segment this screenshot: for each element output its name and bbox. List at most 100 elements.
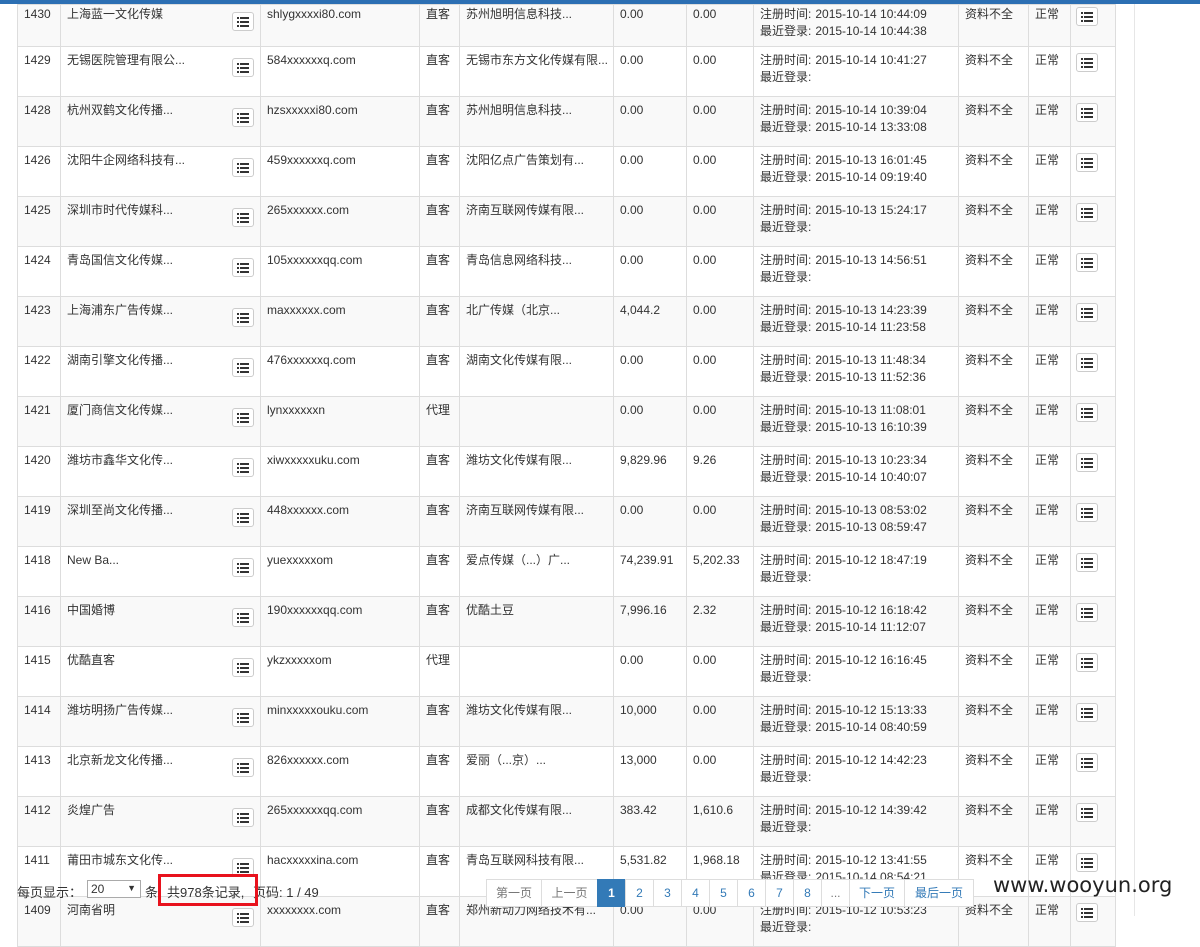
- cell-spend: 0.00: [686, 146, 754, 197]
- customer-company: 苏州旭明信息科技...: [466, 103, 573, 117]
- row-detail-button[interactable]: [232, 508, 254, 527]
- customer-id: 1421: [24, 403, 51, 417]
- row-detail-button[interactable]: [232, 12, 254, 31]
- cell-spend: 0.00: [686, 696, 754, 747]
- register-time-label: 注册时间:: [760, 53, 812, 67]
- row-detail-button[interactable]: [232, 558, 254, 577]
- row-actions-button[interactable]: [1076, 553, 1098, 572]
- row-actions-button[interactable]: [1076, 303, 1098, 322]
- content-divider: [1134, 4, 1135, 916]
- row-detail-button[interactable]: [232, 658, 254, 677]
- row-actions-button[interactable]: [1076, 803, 1098, 822]
- row-detail-button[interactable]: [232, 308, 254, 327]
- cell-balance: 4,044.2: [613, 296, 687, 347]
- cell-times: 注册时间: 2015-10-14 10:41:27 最近登录:: [753, 46, 959, 97]
- highlight-box: [158, 874, 258, 906]
- cell-email: 476xxxxxxq.com: [260, 346, 420, 397]
- cell-company: 湖南文化传媒有限...: [459, 346, 614, 397]
- customer-name: 厦门商信文化传媒...: [67, 403, 174, 417]
- row-detail-button[interactable]: [232, 408, 254, 427]
- account-balance: 4,044.2: [620, 303, 661, 317]
- pagination-last[interactable]: 最后一页: [904, 879, 974, 907]
- customer-company: 无锡市东方文化传媒有限...: [466, 53, 609, 67]
- last-login-label: 最近登录:: [760, 170, 812, 184]
- pagination-first[interactable]: 第一页: [486, 879, 542, 907]
- account-spend: 0.00: [693, 703, 717, 717]
- table-row: 1425 深圳市时代传媒科... 265xxxxxx.com 直客 济南互联网传…: [17, 196, 1116, 247]
- account-balance: 13,000: [620, 753, 657, 767]
- row-actions-button[interactable]: [1076, 103, 1098, 122]
- cell-id: 1426: [17, 146, 61, 197]
- pagination-prev[interactable]: 上一页: [541, 879, 598, 907]
- cell-company: 优酷土豆: [459, 596, 614, 647]
- account-status: 正常: [1035, 353, 1060, 367]
- row-detail-button[interactable]: [232, 58, 254, 77]
- row-actions-button[interactable]: [1076, 853, 1098, 872]
- row-detail-button[interactable]: [232, 108, 254, 127]
- row-actions-button[interactable]: [1076, 603, 1098, 622]
- pagination-next[interactable]: 下一页: [849, 879, 905, 907]
- account-status: 正常: [1035, 603, 1060, 617]
- last-login-line: 最近登录: 2015-10-14 10:44:38: [760, 23, 958, 40]
- pagination-page-4[interactable]: 4: [681, 879, 710, 907]
- table-row: 1422 湖南引擎文化传播... 476xxxxxxq.com 直客 湖南文化传…: [17, 346, 1116, 397]
- row-actions-button[interactable]: [1076, 253, 1098, 272]
- row-detail-button[interactable]: [232, 908, 254, 927]
- row-actions-button[interactable]: [1076, 53, 1098, 72]
- customer-name: 中国婚博: [67, 603, 116, 617]
- account-spend: 0.00: [693, 203, 717, 217]
- row-actions-button[interactable]: [1076, 453, 1098, 472]
- row-detail-button[interactable]: [232, 358, 254, 377]
- register-time-label: 注册时间:: [760, 753, 812, 767]
- row-detail-button[interactable]: [232, 608, 254, 627]
- cell-profile: 资料不全: [958, 396, 1029, 447]
- account-spend: 0.00: [693, 103, 717, 117]
- row-detail-button[interactable]: [232, 158, 254, 177]
- row-detail-button[interactable]: [232, 258, 254, 277]
- row-actions-button[interactable]: [1076, 153, 1098, 172]
- pagination-page-6[interactable]: 6: [737, 879, 766, 907]
- row-actions-button[interactable]: [1076, 403, 1098, 422]
- register-time: 2015-10-12 15:13:33: [815, 703, 927, 717]
- row-actions-button[interactable]: [1076, 203, 1098, 222]
- last-login-line: 最近登录: 2015-10-13 11:52:36: [760, 369, 958, 386]
- register-time-label: 注册时间:: [760, 153, 812, 167]
- pagesize-select[interactable]: 20 ▼: [87, 880, 141, 898]
- profile-status: 资料不全: [965, 653, 1014, 667]
- customer-name: 沈阳牛企网络科技有...: [67, 153, 186, 167]
- pagination-page-7[interactable]: 7: [765, 879, 794, 907]
- row-actions-button[interactable]: [1076, 353, 1098, 372]
- last-login-line: 最近登录:: [760, 269, 958, 286]
- cell-type: 直客: [419, 46, 460, 97]
- customer-email: 105xxxxxxqq.com: [267, 253, 363, 267]
- row-detail-button[interactable]: [232, 208, 254, 227]
- row-actions-button[interactable]: [1076, 753, 1098, 772]
- row-detail-button[interactable]: [232, 758, 254, 777]
- row-detail-button[interactable]: [232, 458, 254, 477]
- row-detail-button[interactable]: [232, 808, 254, 827]
- last-login-label: 最近登录:: [760, 920, 812, 934]
- cell-actions: [1070, 4, 1116, 47]
- cell-actions: [1070, 646, 1116, 697]
- pagination-page-8[interactable]: 8: [793, 879, 822, 907]
- account-spend: 0.00: [693, 7, 717, 21]
- account-status: 正常: [1035, 503, 1060, 517]
- customer-type: 代理: [426, 653, 451, 667]
- row-actions-button[interactable]: [1076, 7, 1098, 26]
- pagination-page-3[interactable]: 3: [653, 879, 682, 907]
- pagination-page-5[interactable]: 5: [709, 879, 738, 907]
- cell-id: 1419: [17, 496, 61, 547]
- last-login-label: 最近登录:: [760, 24, 812, 38]
- register-time: 2015-10-12 13:41:55: [815, 853, 927, 867]
- row-actions-button[interactable]: [1076, 653, 1098, 672]
- row-actions-button[interactable]: [1076, 703, 1098, 722]
- cell-company: 潍坊文化传媒有限...: [459, 446, 614, 497]
- pagination-page-2[interactable]: 2: [625, 879, 654, 907]
- row-detail-button[interactable]: [232, 708, 254, 727]
- cell-spend: 0.00: [686, 196, 754, 247]
- customer-name: 深圳市时代传媒科...: [67, 203, 174, 217]
- pagination-page-1[interactable]: 1: [597, 879, 626, 907]
- account-status: 正常: [1035, 303, 1060, 317]
- customer-name: 炎煌广告: [67, 803, 116, 817]
- row-actions-button[interactable]: [1076, 503, 1098, 522]
